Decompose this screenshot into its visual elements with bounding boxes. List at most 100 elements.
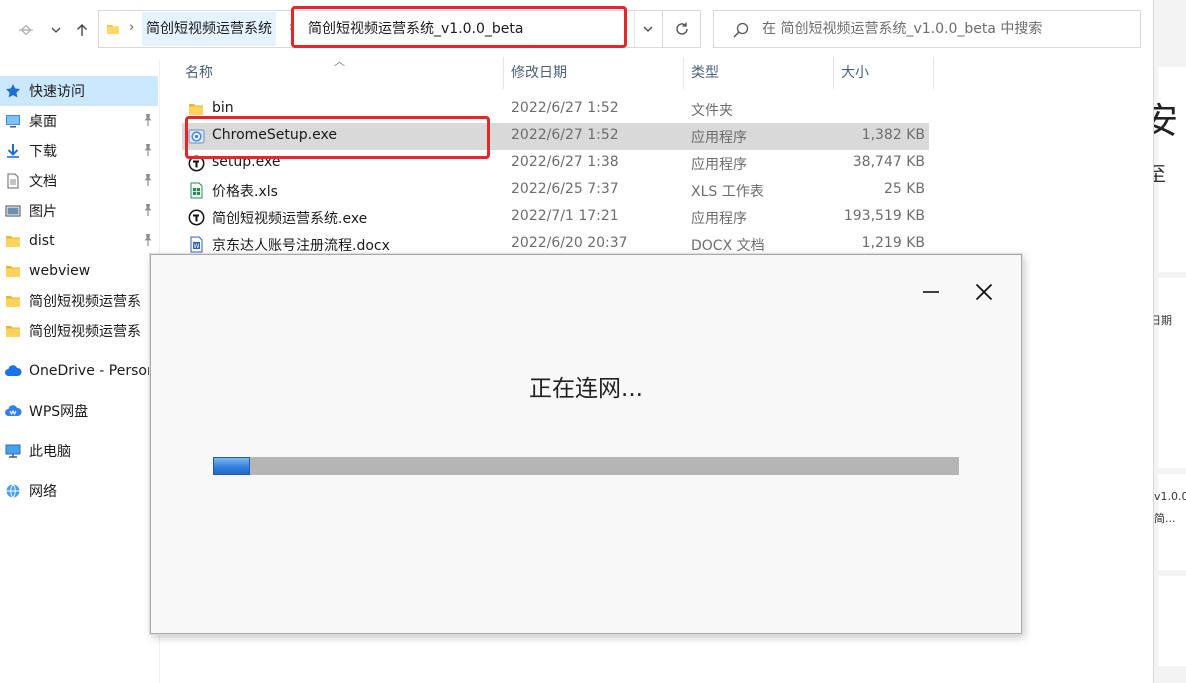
chevron-down-icon [643, 26, 652, 32]
sidebar-item[interactable]: 桌面 [0, 106, 158, 136]
star-icon [4, 83, 22, 99]
column-divider[interactable] [933, 57, 934, 89]
forward-button[interactable] [14, 19, 36, 41]
sidebar-item-label: 此电脑 [29, 444, 71, 460]
arrow-right-icon [19, 25, 32, 35]
file-name: setup.exe [212, 154, 281, 170]
sidebar-item-label: OneDrive - Person [29, 363, 156, 379]
panel-heading: 安 [1154, 92, 1178, 144]
sidebar-item[interactable]: 简创短视频运营系 [0, 316, 158, 346]
sidebar-item[interactable]: WPS网盘 [0, 396, 158, 426]
sort-ascending-icon: ︿ [334, 55, 345, 68]
sidebar-item[interactable]: OneDrive - Person [0, 356, 158, 386]
file-type: 文件夹 [691, 103, 733, 119]
folder-icon [4, 263, 22, 279]
file-row[interactable]: bin 2022/6/27 1:52 文件夹 [182, 96, 929, 123]
sidebar-item[interactable]: webview [0, 256, 158, 286]
up-button[interactable] [71, 19, 93, 41]
folder-icon [4, 233, 22, 249]
sidebar-item-label: webview [29, 263, 91, 279]
screen: › 简创短视频运营系统 › 简创短视频运营系统_v1.0.0_beta 快速访问… [0, 0, 1186, 683]
sidebar-item-label: 桌面 [29, 114, 57, 130]
file-row[interactable]: setup.exe 2022/6/27 1:38 应用程序 38,747 KB [182, 150, 929, 177]
file-row[interactable]: ChromeSetup.exe 2022/6/27 1:52 应用程序 1,382 K… [182, 123, 929, 150]
sidebar-item[interactable]: 下载 [0, 136, 158, 166]
folder-icon [4, 293, 22, 309]
file-modified-date: 2022/6/25 7:37 [511, 181, 619, 197]
sidebar-item[interactable]: dist [0, 226, 158, 256]
column-header-name[interactable]: 名称 [185, 58, 213, 88]
desktop-icon [4, 113, 22, 129]
breadcrumb-current[interactable]: 简创短视频运营系统_v1.0.0_beta [304, 12, 527, 46]
search-icon [733, 22, 749, 38]
sidebar-item-label: 文档 [29, 174, 57, 190]
sidebar-item-label: WPS网盘 [29, 404, 89, 420]
progress-bar [213, 457, 959, 475]
file-row[interactable]: 简创短视频运营系统.exe 2022/7/1 17:21 应用程序 193,519 K… [182, 204, 929, 231]
svg-text:W: W [194, 243, 200, 250]
folder-icon [107, 25, 119, 34]
column-header-date[interactable]: 修改日期 [511, 58, 567, 88]
progress-bar-fill [213, 457, 251, 475]
recent-locations-button[interactable] [45, 19, 67, 41]
picture-icon [4, 203, 22, 219]
sidebar-item[interactable]: 网络 [0, 476, 158, 506]
spreadsheet-icon [188, 182, 205, 199]
sidebar-item[interactable]: 图片 [0, 196, 158, 226]
pin-icon [142, 233, 154, 247]
sidebar-item[interactable]: 文档 [0, 166, 158, 196]
file-modified-date: 2022/6/27 1:38 [511, 154, 619, 170]
sidebar-item-label: 网络 [29, 484, 57, 500]
close-button[interactable] [969, 279, 999, 305]
breadcrumb-separator: › [289, 20, 295, 35]
wps-cloud-icon [4, 403, 22, 419]
file-modified-date: 2022/6/27 1:52 [511, 127, 619, 143]
search-box[interactable] [713, 10, 1141, 48]
installer-icon [188, 128, 205, 145]
pin-icon [142, 203, 154, 217]
file-name: 简创短视频运营系统.exe [212, 211, 368, 227]
sidebar-item[interactable]: 此电脑 [0, 436, 158, 466]
column-header-type[interactable]: 类型 [691, 58, 719, 88]
navigation-bar: › 简创短视频运营系统 › 简创短视频运营系统_v1.0.0_beta [0, 0, 1153, 60]
file-size: 193,519 KB [843, 208, 925, 224]
navigation-pane: 快速访问 桌面 下载 文档 图片 dist webview 简创短视频运营系 简创短视频运营系 O… [0, 60, 160, 683]
column-divider[interactable] [683, 57, 684, 89]
network-icon [4, 483, 22, 499]
file-size: 1,219 KB [861, 235, 925, 251]
app-icon [188, 155, 205, 172]
file-row[interactable]: 价格表.xls 2022/6/25 7:37 XLS 工作表 25 KB [182, 177, 929, 204]
sidebar-item-label: 快速访问 [29, 84, 85, 100]
address-dropdown-button[interactable] [634, 11, 660, 47]
sidebar-item-label: 下载 [29, 144, 57, 160]
pin-icon [142, 113, 154, 127]
file-modified-date: 2022/7/1 17:21 [511, 208, 619, 224]
sidebar-item[interactable]: 快速访问 [0, 76, 158, 106]
panel-snippet: 日期 [1154, 314, 1172, 327]
word-doc-icon: W [188, 236, 205, 253]
breadcrumb-parent[interactable]: 简创短视频运营系统 [142, 12, 276, 46]
refresh-icon [675, 22, 688, 35]
file-modified-date: 2022/6/27 1:52 [511, 100, 619, 116]
app-icon [188, 209, 205, 226]
minimize-icon [923, 291, 939, 293]
column-divider[interactable] [503, 57, 504, 89]
column-divider[interactable] [833, 57, 834, 89]
sidebar-item-label: 简创短视频运营系 [29, 324, 141, 340]
sidebar-item[interactable]: 简创短视频运营系 [0, 286, 158, 316]
column-header-size[interactable]: 大小 [841, 58, 869, 88]
minimize-button[interactable] [916, 279, 946, 305]
panel-snippet: 简... [1154, 512, 1176, 525]
file-type: XLS 工作表 [691, 184, 764, 200]
file-name: 京东达人账号注册流程.docx [212, 238, 390, 254]
panel-card [1158, 278, 1186, 468]
folder-icon [4, 323, 22, 339]
file-type: DOCX 文档 [691, 238, 765, 254]
download-icon [4, 143, 22, 159]
refresh-button[interactable] [662, 11, 700, 47]
search-input[interactable] [762, 17, 1132, 41]
address-bar[interactable]: › 简创短视频运营系统 › 简创短视频运营系统_v1.0.0_beta [98, 10, 701, 48]
breadcrumb-separator: › [129, 20, 135, 35]
sidebar-item-label: 图片 [29, 204, 57, 220]
sidebar-item-label: dist [29, 233, 55, 249]
